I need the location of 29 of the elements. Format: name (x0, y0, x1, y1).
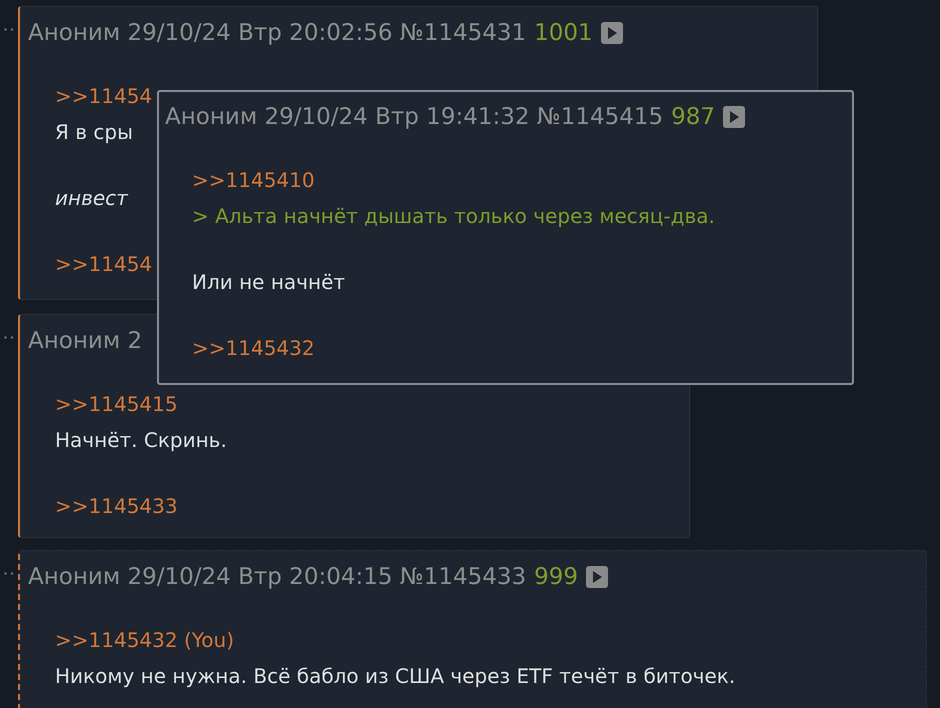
dots-icon (4, 572, 14, 575)
post-header: Аноним 2 (28, 326, 142, 356)
play-button[interactable] (723, 106, 746, 128)
play-icon (592, 571, 602, 583)
play-icon (606, 27, 617, 39)
dots-icon (4, 336, 14, 339)
post-score: 999 (534, 562, 578, 592)
post-header: Аноним 29/10/24 Втр 20:02:56 №1145431 (28, 18, 526, 48)
post-score: 987 (671, 102, 716, 132)
reply-link[interactable]: >>1145433 (55, 488, 178, 524)
reply-link[interactable]: >>1145415 (55, 386, 178, 422)
reply-link[interactable]: >>1145432 (You) (55, 622, 234, 658)
post-header: Аноним 29/10/24 Втр 20:04:15 №1145433 (28, 562, 526, 592)
post-text: Никому не нужна. Всё бабло из США через ETF течёт в биточек. (55, 663, 736, 690)
post-text: Я в сры (55, 119, 133, 146)
post-score: 1001 (534, 18, 593, 48)
quote-text: > Альта начнёт дышать только через месяц-два. (192, 203, 715, 230)
reply-link[interactable]: >>11454 (55, 246, 152, 282)
post-text: инвест (55, 185, 128, 212)
play-button[interactable] (586, 566, 608, 588)
post-header: Аноним 29/10/24 Втр 19:41:32 №1145415 (165, 102, 664, 132)
post-text: Начнёт. Скринь. (55, 427, 227, 454)
reply-link[interactable]: >>11454 (55, 78, 152, 114)
play-icon (729, 111, 740, 123)
reply-link[interactable]: >>1145410 (192, 162, 315, 198)
play-button[interactable] (600, 22, 623, 44)
reply-link[interactable]: >>1145432 (192, 330, 315, 366)
dots-icon (4, 28, 14, 31)
post-text: Или не начнёт (192, 269, 346, 296)
